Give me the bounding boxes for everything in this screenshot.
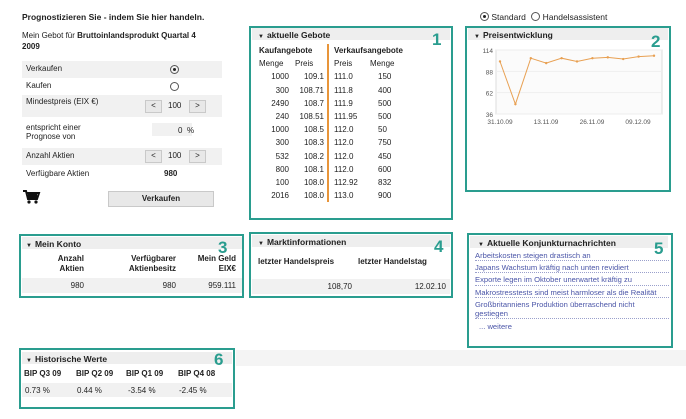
available-row: Verfügbare Aktien 980 [22, 166, 222, 183]
shares-input[interactable]: 100 [168, 151, 181, 160]
minprice-input[interactable]: 100 [168, 101, 181, 110]
mode-standard-radio[interactable] [480, 12, 489, 21]
prognosis-label: entspricht einer Prognose von [26, 123, 81, 141]
minprice-decrease-button[interactable]: < [145, 100, 162, 113]
highlight-box-4 [249, 232, 453, 298]
minprice-increase-button[interactable]: > [189, 100, 206, 113]
highlight-box-3 [19, 234, 244, 298]
shares-increase-button[interactable]: > [189, 150, 206, 163]
buy-option-row[interactable]: Kaufen [22, 78, 222, 95]
sell-option-row[interactable]: Verkaufen [22, 61, 222, 78]
highlight-box-6 [19, 348, 235, 409]
annotation-1: 1 [432, 30, 442, 49]
mode-assistant-radio[interactable] [531, 12, 541, 21]
annotation-3: 3 [218, 238, 228, 257]
highlight-box-5 [467, 233, 673, 348]
annotation-2: 2 [651, 32, 661, 51]
highlight-box-2 [465, 26, 671, 192]
prognosis-unit: % [187, 126, 195, 135]
page-title: Prognostizieren Sie - indem Sie hier han… [22, 12, 205, 22]
highlight-box-1 [249, 26, 453, 220]
submit-sell-button[interactable]: Verkaufen [108, 191, 214, 207]
annotation-5: 5 [654, 239, 664, 258]
order-heading: Mein Gebot für Bruttoinlandsprodukt Quar… [22, 31, 196, 51]
annotation-6: 6 [214, 350, 224, 369]
prognosis-row: entspricht einer Prognose von 0 % [22, 120, 222, 142]
footer-strip [236, 350, 686, 366]
cart-icon [22, 189, 42, 205]
minprice-label: Mindestpreis (EIX €) [26, 97, 99, 106]
prognosis-field-bg [152, 123, 192, 136]
minprice-row: Mindestpreis (EIX €) < 100 > [22, 95, 222, 117]
sell-option-label: Verkaufen [26, 64, 63, 73]
mode-selector: Standard Handelsassistent [480, 11, 607, 22]
available-value: 980 [164, 169, 178, 178]
mode-assistant-label: Handelsassistent [542, 12, 608, 22]
sell-radio[interactable] [170, 65, 179, 74]
prognosis-value: 0 [178, 126, 183, 135]
shares-label: Anzahl Aktien [26, 151, 75, 160]
shares-row: Anzahl Aktien < 100 > [22, 148, 222, 165]
buy-radio[interactable] [170, 82, 179, 91]
buy-option-label: Kaufen [26, 81, 52, 90]
available-label: Verfügbare Aktien [26, 169, 90, 178]
annotation-4: 4 [434, 237, 444, 256]
shares-decrease-button[interactable]: < [145, 150, 162, 163]
mode-standard-label: Standard [491, 12, 526, 22]
